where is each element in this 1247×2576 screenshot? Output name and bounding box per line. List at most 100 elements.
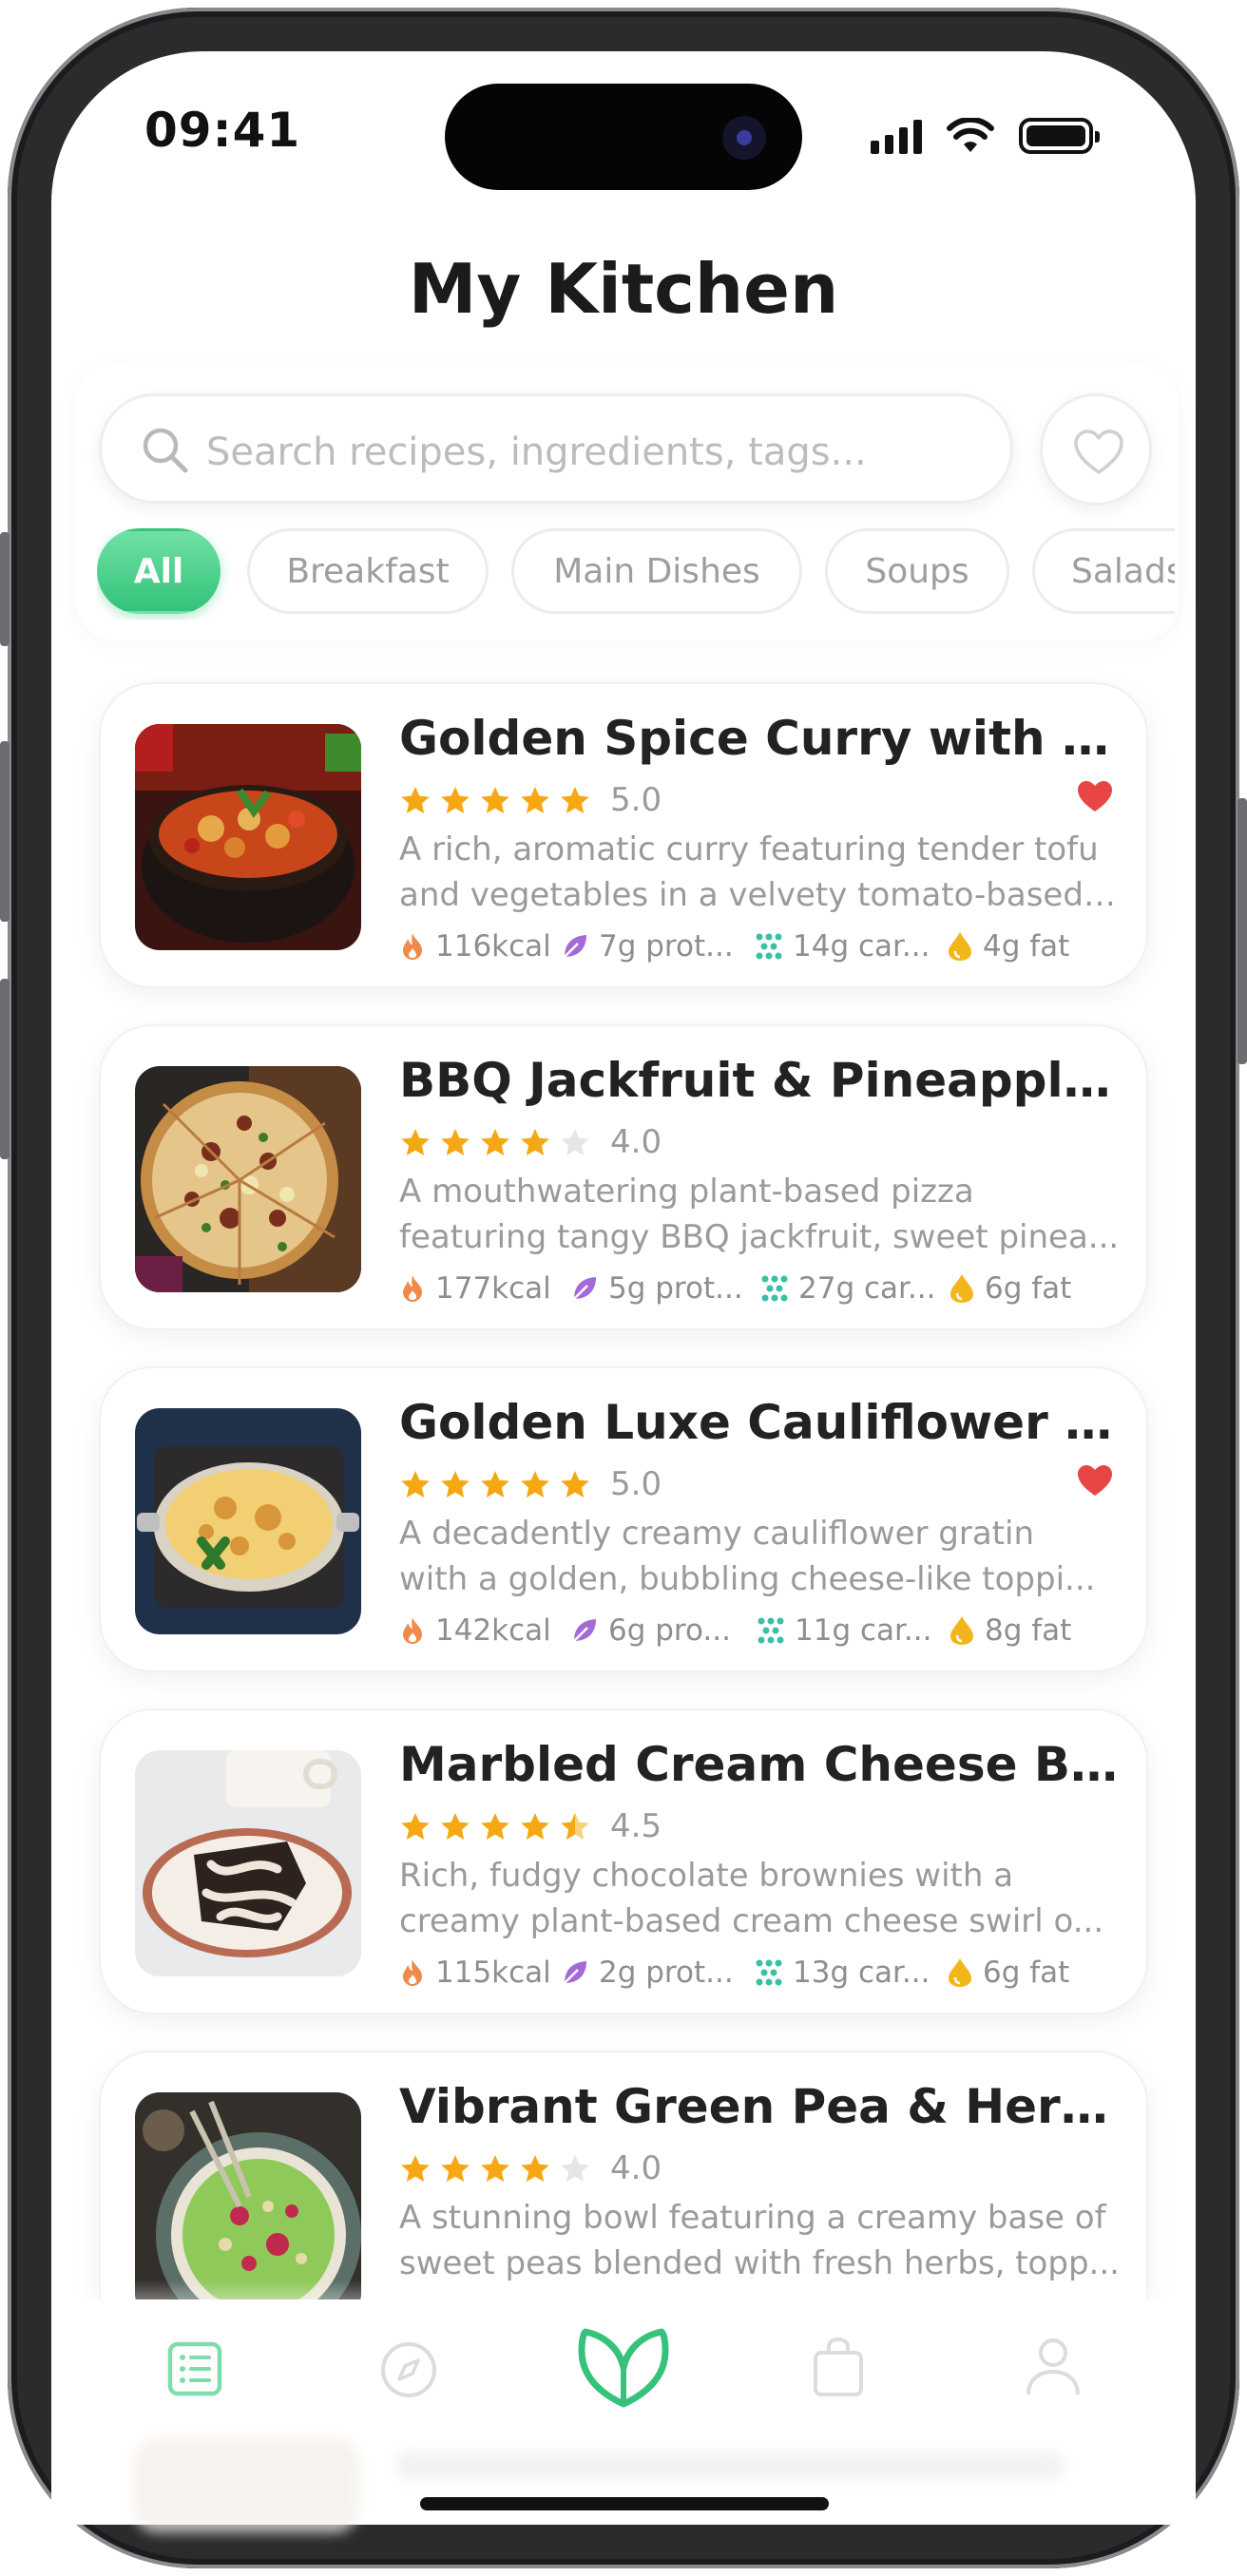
grain-icon: [761, 1275, 788, 1302]
recipe-image-curry: [135, 724, 361, 950]
nutrition-protein: 7g prot...: [561, 929, 734, 964]
favorites-filter-button[interactable]: [1040, 393, 1152, 506]
protein-value: 6g pro...: [608, 1613, 731, 1648]
chip-main-dishes[interactable]: Main Dishes: [511, 528, 802, 614]
grain-icon: [756, 933, 782, 960]
wifi-icon: [947, 118, 994, 152]
star-icon: [521, 787, 549, 813]
recipe-description: A mouthwatering plant-based pizza featur…: [399, 1169, 1122, 1260]
fat-value: 6g fat: [985, 1271, 1072, 1306]
description-line: A mouthwatering plant-based pizza: [399, 1173, 974, 1211]
action-button: [0, 532, 10, 646]
protein-value: 2g prot...: [599, 1956, 734, 1990]
rating-value: 4.0: [610, 2149, 662, 2187]
recipe-title: Golden Luxe Cauliflower & ...: [399, 1395, 1122, 1450]
leaf-heart-icon[interactable]: [574, 2326, 673, 2410]
page-title: My Kitchen: [408, 249, 839, 329]
star-icon: [441, 787, 470, 813]
recipe-description: A stunning bowl featuring a creamy base …: [399, 2195, 1122, 2286]
carbs-value: 14g car...: [793, 929, 930, 964]
nutrition-kcal: 116kcal: [399, 929, 551, 964]
recipe-card[interactable]: BBQ Jackfruit & Pineapple ... 4.0 A mout…: [99, 1024, 1148, 1330]
kcal-value: 116kcal: [435, 929, 551, 964]
power-button: [1237, 798, 1247, 1064]
fat-value: 6g fat: [983, 1956, 1070, 1990]
star-icon: [481, 1471, 509, 1498]
grain-icon: [756, 1959, 782, 1986]
carbs-value: 11g car...: [795, 1613, 932, 1648]
description-line: A decadently creamy cauliflower gratin: [399, 1515, 1034, 1553]
heart-outline-icon: [1074, 429, 1123, 474]
star-icon: [401, 1471, 430, 1498]
search-placeholder: Search recipes, ingredients, tags...: [206, 430, 867, 474]
chip-soups[interactable]: Soups: [825, 528, 1009, 614]
carbs-value: 27g car...: [798, 1271, 936, 1306]
star-icon: [441, 1129, 470, 1155]
nutrition-fat: 4g fat: [947, 929, 1069, 964]
star-icon: [561, 1813, 589, 1840]
recipe-title: BBQ Jackfruit & Pineapple ...: [399, 1053, 1122, 1108]
nutrition-kcal: 115kcal: [399, 1956, 551, 1990]
kcal-value: 142kcal: [435, 1613, 551, 1648]
nutrition-kcal: 142kcal: [399, 1613, 551, 1648]
grain-icon: [758, 1617, 784, 1644]
description-line: with a golden, bubbling cheese-like topp…: [399, 1560, 1096, 1598]
nutrition-kcal: 177kcal: [399, 1271, 551, 1306]
nutrition-carbs: 11g car...: [757, 1613, 931, 1648]
recipe-image-gratin: [135, 1408, 361, 1634]
recipe-card[interactable]: Marbled Cream Cheese Bro... 4.5 Rich, fu…: [99, 1708, 1148, 2014]
drop-icon: [949, 932, 971, 961]
star-icon: [481, 2155, 509, 2182]
volume-up-button: [0, 741, 10, 922]
front-camera: [722, 116, 766, 160]
recipe-image-brownies: [135, 1750, 361, 1976]
nutrition-protein: 5g prot...: [570, 1271, 743, 1306]
nutrition-fat: 6g fat: [947, 1956, 1069, 1990]
star-rating: [399, 2151, 591, 2185]
recipe-list-icon[interactable]: [165, 2339, 224, 2398]
home-indicator: [420, 2497, 829, 2510]
recipe-title: Golden Spice Curry with Hi...: [399, 711, 1122, 766]
star-icon: [561, 1129, 589, 1155]
fat-value: 8g fat: [985, 1613, 1072, 1648]
chip-salads[interactable]: Salads: [1032, 528, 1175, 614]
chip-all[interactable]: All: [97, 528, 221, 614]
search-input[interactable]: Search recipes, ingredients, tags...: [99, 393, 1013, 504]
recipe-card[interactable]: Golden Spice Curry with Hi... 5.0 A rich…: [99, 682, 1148, 988]
leaf-icon: [573, 1619, 596, 1642]
nutrition-carbs: 13g car...: [755, 1956, 930, 1990]
nutrition-carbs: 27g car...: [760, 1271, 935, 1306]
status-time: 09:41: [144, 103, 301, 158]
status-icons: [871, 110, 1100, 154]
star-rating: [399, 1809, 591, 1843]
nutrition-carbs: 14g car...: [755, 929, 930, 964]
flame-icon: [403, 1617, 422, 1644]
protein-value: 5g prot...: [608, 1271, 743, 1306]
star-icon: [441, 2155, 470, 2182]
star-icon: [441, 1813, 470, 1840]
favorite-heart-icon[interactable]: [1076, 1463, 1114, 1498]
favorite-heart-icon[interactable]: [1076, 779, 1114, 813]
nutrition-protein: 2g prot...: [561, 1956, 734, 1990]
recipe-description: A decadently creamy cauliflower gratin w…: [399, 1511, 1122, 1602]
compass-icon[interactable]: [378, 2339, 439, 2400]
drop-icon: [950, 1274, 973, 1303]
star-icon: [561, 2155, 589, 2182]
fat-value: 4g fat: [983, 929, 1070, 964]
description-line: A stunning bowl featuring a creamy base …: [399, 2199, 1106, 2237]
chip-breakfast[interactable]: Breakfast: [247, 528, 489, 614]
kcal-value: 115kcal: [435, 1956, 551, 1990]
recipe-description: Rich, fudgy chocolate brownies with a cr…: [399, 1853, 1122, 1944]
description-line: Rich, fudgy chocolate brownies with a: [399, 1857, 1014, 1895]
volume-down-button: [0, 979, 10, 1159]
star-icon: [441, 1471, 470, 1498]
recipe-card[interactable]: Golden Luxe Cauliflower & ... 5.0 A deca…: [99, 1366, 1148, 1672]
star-icon: [481, 1813, 509, 1840]
description-line: creamy plant-based cream cheese swirl o.…: [399, 1902, 1104, 1940]
shopping-bag-icon[interactable]: [810, 2336, 867, 2398]
leaf-icon: [564, 1961, 586, 1984]
star-icon: [521, 1471, 549, 1498]
star-icon: [561, 787, 589, 813]
protein-value: 7g prot...: [599, 929, 734, 964]
profile-icon[interactable]: [1023, 2336, 1084, 2398]
